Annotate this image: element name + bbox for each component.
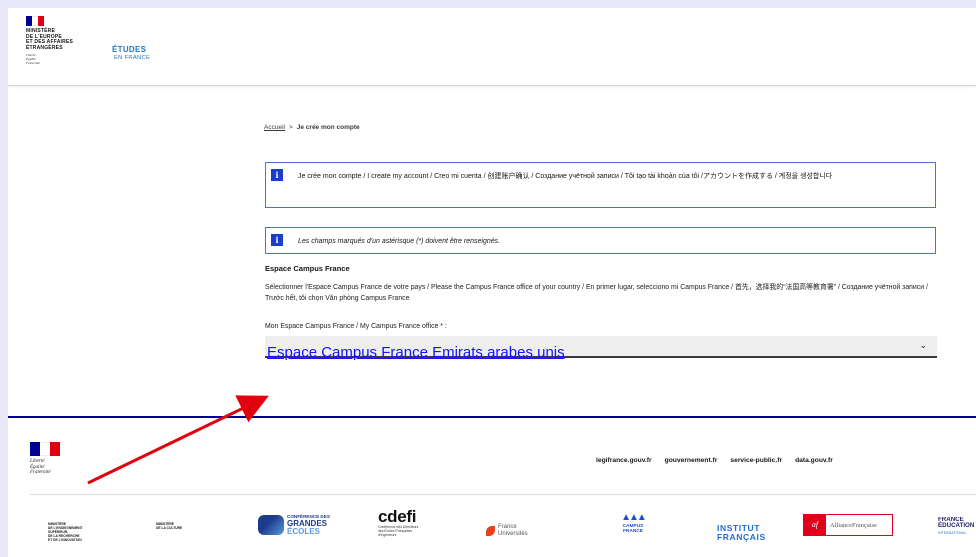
info-icon: i [271,169,283,181]
republic-motto: Liberté Égalité Fraternité [26,53,40,65]
partner-culture-logo[interactable]: MINISTÈRE DE LA CULTURE [156,522,196,530]
partner-mesr-logo[interactable]: MINISTÈRE DE L'ENSEIGNEMENT SUPÉRIEUR, D… [48,522,98,542]
footer-link-legifrance[interactable]: legifrance.gouv.fr [596,457,652,464]
page: MINISTÈRE DE L'EUROPE ET DES AFFAIRES ÉT… [8,8,976,557]
partner-alliance-francaise-logo[interactable]: af AllianceFrançaise [803,514,893,536]
partner-cdefi-logo[interactable]: cdefi Conférence des Directeurs des Écol… [378,508,453,537]
footer-link-gouvernement[interactable]: gouvernement.fr [665,457,718,464]
ministry-name[interactable]: MINISTÈRE DE L'EUROPE ET DES AFFAIRES ÉT… [26,28,106,51]
breadcrumb-current: Je crée mon compte [296,124,360,131]
campus-office-select[interactable]: Espace Campus France Emirats arabes unis… [265,336,937,361]
footer-link-service-public[interactable]: service-public.fr [730,457,782,464]
required-fields-notice-text: Les champs marqués d'un astérisque (*) d… [298,238,501,245]
info-icon: i [271,234,283,246]
breadcrumb-separator: > [288,124,293,131]
alliance-francaise-mark: af [804,515,826,535]
breadcrumb: Accueil > Je crée mon compte [264,124,360,131]
partner-france-universites-logo[interactable]: France Universités [486,524,528,537]
france-universites-icon [486,525,495,536]
partner-logos: MINISTÈRE DE L'ENSEIGNEMENT SUPÉRIEUR, D… [8,508,976,548]
republic-flag-icon [26,16,44,26]
partner-campus-france-logo[interactable]: ▲▲▲ CAMPUS FRANCE [616,512,650,535]
site-header: MINISTÈRE DE L'EUROPE ET DES AFFAIRES ÉT… [8,8,976,86]
footer-divider [30,494,976,495]
partner-cge-logo[interactable]: CONFÉRENCE DES GRANDES ÉCOLES [258,510,338,540]
create-account-notice-text: Je crée mon compte / I create my account… [298,173,833,180]
footer-gov-links: legifrance.gouv.fr gouvernement.fr servi… [596,457,833,464]
republic-flag-icon [30,442,60,456]
create-account-notice: i Je crée mon compte / I create my accou… [265,162,936,208]
campus-office-label: Mon Espace Campus France / My Campus Fra… [265,323,447,330]
footer-republic-motto: Liberté Égalité Fraternité [30,459,51,476]
campus-office-selected-value: Espace Campus France Emirats arabes unis [267,344,565,361]
partner-france-education-logo[interactable]: FRANCE ÉDUCATION INTERNATIONAL [938,517,976,536]
section-title: Espace Campus France [265,264,350,273]
footer-top-border [8,416,976,418]
campus-france-emblem-icon: ▲▲▲ [621,512,647,523]
partner-institut-francais-logo[interactable]: INSTITUT FRANÇAIS [717,524,766,541]
breadcrumb-home-link[interactable]: Accueil [264,124,285,131]
required-fields-notice: i Les champs marqués d'un astérisque (*)… [265,227,936,254]
section-description: Sélectionner l'Espace Campus France de v… [265,284,928,302]
chevron-down-icon: ⌄ [919,340,927,350]
etudes-en-france-logo[interactable]: ÉTUDES EN FRANCE [112,46,150,62]
footer-link-data-gouv[interactable]: data.gouv.fr [795,457,833,464]
cge-emblem-icon [258,515,284,535]
